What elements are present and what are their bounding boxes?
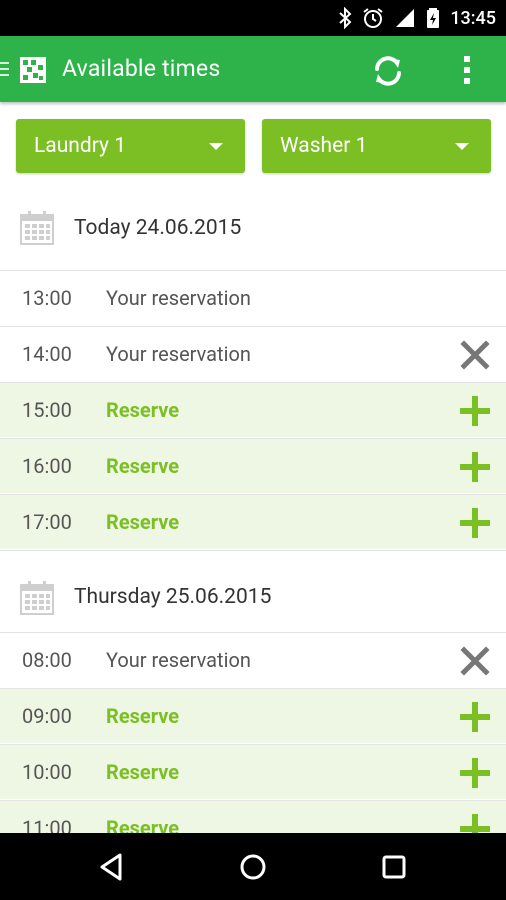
home-icon[interactable] [237, 851, 269, 883]
slot-time: 17:00 [22, 510, 72, 534]
plus-icon[interactable] [458, 450, 492, 484]
battery-icon [427, 8, 440, 28]
time-slot-row: 13:00 Your reservation [0, 270, 506, 325]
back-icon[interactable] [96, 851, 128, 883]
slot-time: 10:00 [22, 760, 72, 784]
app-logo-icon[interactable] [20, 57, 46, 83]
slot-time: 14:00 [22, 342, 72, 366]
app-bar: Available times [0, 36, 506, 102]
slot-time: 15:00 [22, 398, 72, 422]
dropdown-arrow-icon [455, 143, 469, 150]
bluetooth-icon [339, 7, 352, 29]
alarm-icon [363, 8, 383, 28]
slot-time: 09:00 [22, 704, 72, 728]
reserve-link[interactable]: Reserve [106, 510, 179, 534]
slot-time: 16:00 [22, 454, 72, 478]
laundry-select[interactable]: Laundry 1 [16, 119, 245, 173]
reserve-link[interactable]: Reserve [106, 704, 179, 728]
slot-status: Your reservation [106, 286, 251, 310]
machine-select-value: Washer 1 [280, 134, 368, 158]
status-clock: 13:45 [450, 7, 496, 29]
plus-icon[interactable] [458, 700, 492, 734]
recents-icon[interactable] [378, 851, 410, 883]
time-slot-row[interactable]: 17:00 Reserve [0, 494, 506, 549]
time-slot-row: 08:00 Your reservation [0, 632, 506, 687]
close-icon[interactable] [458, 644, 492, 678]
dropdown-arrow-icon [209, 143, 223, 150]
plus-icon[interactable] [458, 756, 492, 790]
day-date: Thursday 25.06.2015 [74, 585, 272, 609]
time-slot-row: 14:00 Your reservation [0, 326, 506, 381]
day-header: Today 24.06.2015 [0, 180, 506, 270]
close-icon[interactable] [458, 338, 492, 372]
plus-icon[interactable] [458, 506, 492, 540]
day-date: Today 24.06.2015 [74, 216, 242, 240]
laundry-select-value: Laundry 1 [34, 134, 126, 158]
slot-time: 13:00 [22, 286, 72, 310]
slot-status: Your reservation [106, 342, 251, 366]
signal-icon [396, 9, 415, 27]
calendar-icon [20, 211, 54, 245]
slot-time: 08:00 [22, 648, 72, 672]
plus-icon[interactable] [458, 394, 492, 428]
time-slot-row[interactable]: 09:00 Reserve [0, 688, 506, 743]
page-title: Available times [62, 55, 221, 82]
time-slot-row[interactable]: 10:00 Reserve [0, 744, 506, 799]
time-slot-row[interactable]: 15:00 Reserve [0, 382, 506, 437]
day-header: Thursday 25.06.2015 [0, 550, 506, 640]
machine-select[interactable]: Washer 1 [262, 119, 491, 173]
reserve-link[interactable]: Reserve [106, 398, 179, 422]
overflow-menu-icon[interactable] [456, 53, 478, 87]
time-slot-row[interactable]: 16:00 Reserve [0, 438, 506, 493]
refresh-icon[interactable] [370, 53, 406, 89]
reserve-link[interactable]: Reserve [106, 760, 179, 784]
calendar-icon [20, 581, 54, 615]
drawer-icon[interactable] [0, 60, 10, 78]
reserve-link[interactable]: Reserve [106, 454, 179, 478]
status-bar: 13:45 [0, 0, 506, 36]
system-nav-bar [0, 833, 506, 900]
slot-status: Your reservation [106, 648, 251, 672]
